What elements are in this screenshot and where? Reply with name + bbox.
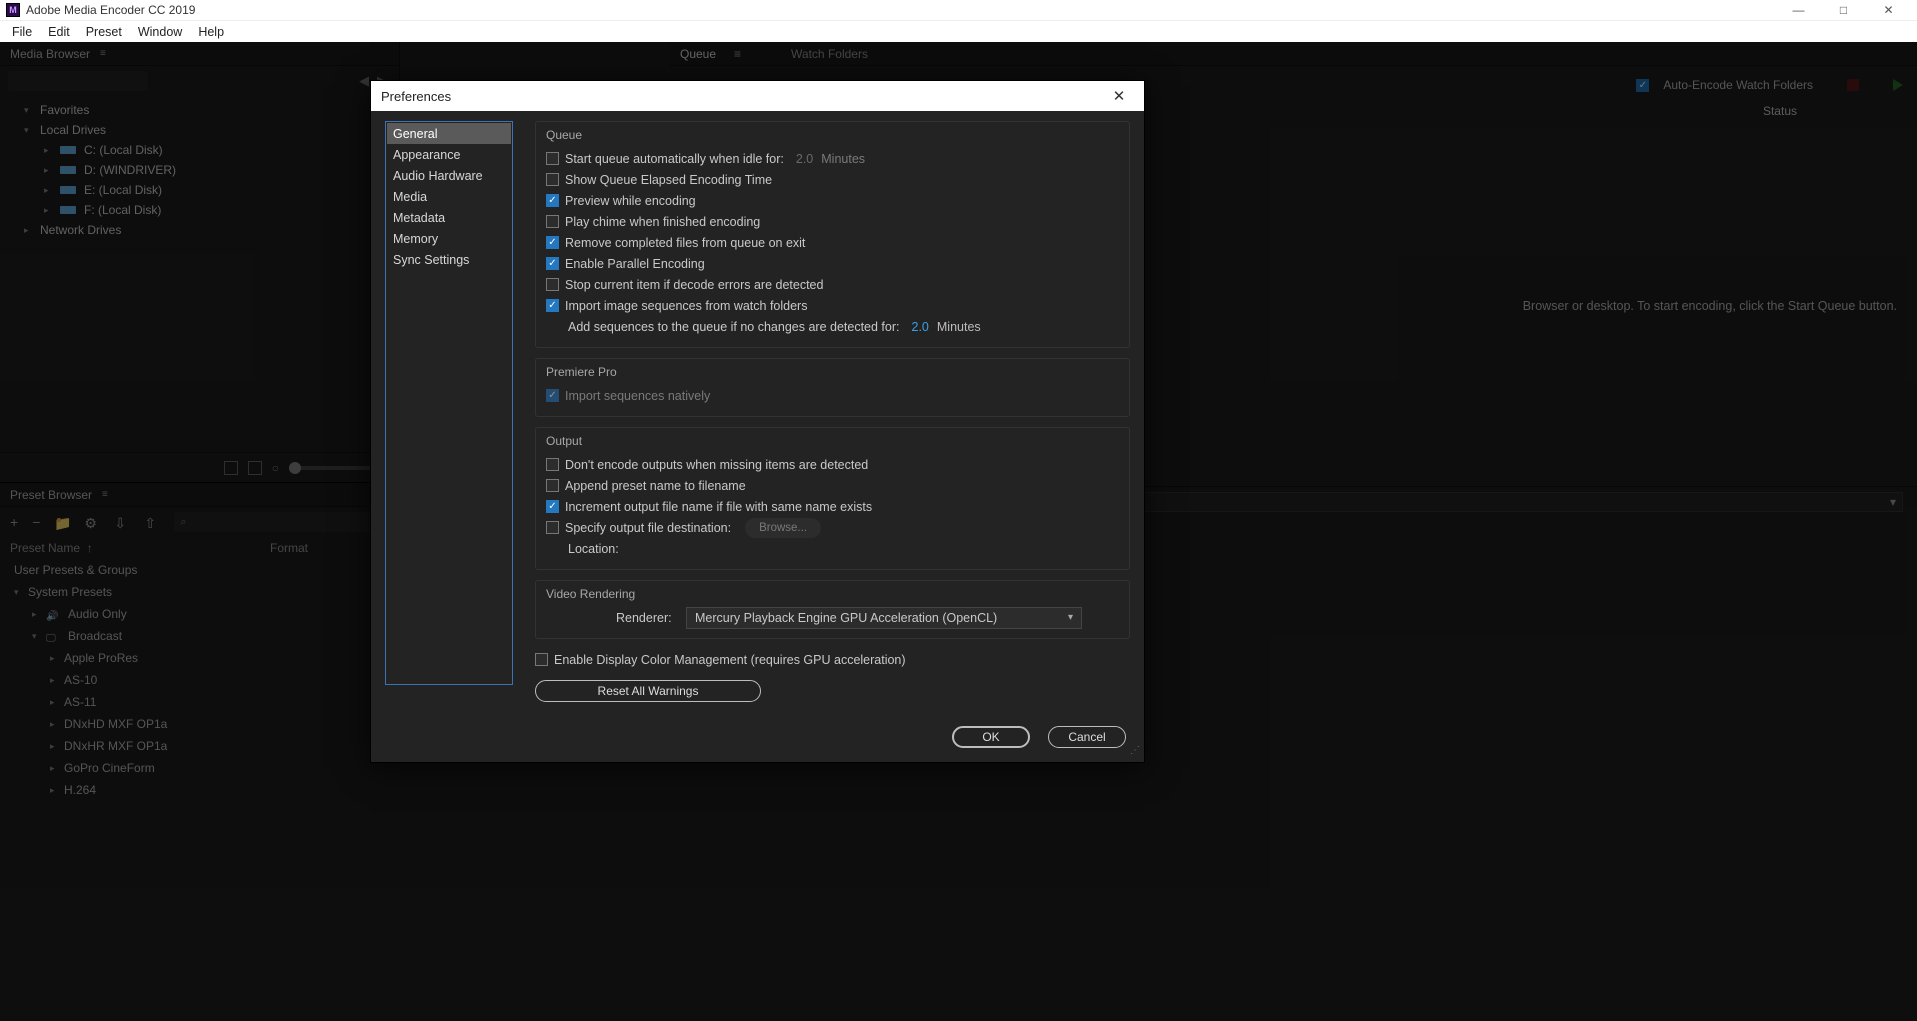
prefs-cat-metadata[interactable]: Metadata (387, 207, 511, 228)
prefs-cat-sync-settings[interactable]: Sync Settings (387, 249, 511, 270)
prefs-cat-memory[interactable]: Memory (387, 228, 511, 249)
val-start-auto[interactable]: 2.0 (796, 152, 813, 166)
lbl-chime: Play chime when finished encoding (565, 215, 760, 229)
window-maximize-button[interactable]: □ (1821, 0, 1866, 20)
lbl-add-seq: Add sequences to the queue if no changes… (568, 320, 900, 334)
prefs-cat-appearance[interactable]: Appearance (387, 144, 511, 165)
titlebar: Adobe Media Encoder CC 2019 — □ ✕ (0, 0, 1917, 20)
window-close-button[interactable]: ✕ (1866, 0, 1911, 20)
chk-preview[interactable] (546, 194, 559, 207)
lbl-import-watch: Import image sequences from watch folder… (565, 299, 807, 313)
cancel-button[interactable]: Cancel (1048, 726, 1126, 748)
chk-append-preset[interactable] (546, 479, 559, 492)
group-ppro-title: Premiere Pro (546, 365, 1119, 379)
chk-remove-exit[interactable] (546, 236, 559, 249)
group-render-title: Video Rendering (546, 587, 1119, 601)
menubar: File Edit Preset Window Help (0, 20, 1917, 42)
group-premiere-pro: Premiere Pro Import sequences natively (535, 358, 1130, 417)
window-minimize-button[interactable]: — (1776, 0, 1821, 20)
menu-edit[interactable]: Edit (40, 25, 78, 39)
val-add-seq[interactable]: 2.0 (912, 320, 929, 334)
browse-button[interactable]: Browse... (745, 518, 821, 538)
lbl-color-mgmt: Enable Display Color Management (require… (554, 653, 906, 667)
dialog-title: Preferences (381, 89, 451, 104)
group-video-rendering: Video Rendering Renderer: Mercury Playba… (535, 580, 1130, 639)
prefs-cat-audio-hardware[interactable]: Audio Hardware (387, 165, 511, 186)
window-title: Adobe Media Encoder CC 2019 (26, 3, 195, 17)
reset-warnings-button[interactable]: Reset All Warnings (535, 680, 761, 702)
preferences-dialog: Preferences ✕ General Appearance Audio H… (370, 80, 1145, 763)
lbl-preview: Preview while encoding (565, 194, 696, 208)
chk-color-mgmt[interactable] (535, 653, 548, 666)
unit-minutes: Minutes (937, 320, 981, 334)
prefs-cat-general[interactable]: General (387, 123, 511, 144)
lbl-remove-exit: Remove completed files from queue on exi… (565, 236, 805, 250)
chk-stop-decode[interactable] (546, 278, 559, 291)
menu-window[interactable]: Window (130, 25, 190, 39)
lbl-elapsed: Show Queue Elapsed Encoding Time (565, 173, 772, 187)
chk-import-native (546, 389, 559, 402)
menu-file[interactable]: File (4, 25, 40, 39)
group-queue: Queue Start queue automatically when idl… (535, 121, 1130, 348)
lbl-parallel: Enable Parallel Encoding (565, 257, 705, 271)
unit-minutes: Minutes (821, 152, 865, 166)
group-output-title: Output (546, 434, 1119, 448)
chk-increment[interactable] (546, 500, 559, 513)
menu-preset[interactable]: Preset (78, 25, 130, 39)
chk-chime[interactable] (546, 215, 559, 228)
lbl-append-preset: Append preset name to filename (565, 479, 746, 493)
dialog-close-button[interactable]: ✕ (1104, 87, 1134, 105)
app-logo-icon (6, 3, 20, 17)
prefs-cat-media[interactable]: Media (387, 186, 511, 207)
group-queue-title: Queue (546, 128, 1119, 142)
chk-no-missing[interactable] (546, 458, 559, 471)
lbl-no-missing: Don't encode outputs when missing items … (565, 458, 868, 472)
lbl-stop-decode: Stop current item if decode errors are d… (565, 278, 823, 292)
lbl-renderer: Renderer: (616, 611, 670, 625)
lbl-location: Location: (568, 542, 619, 556)
prefs-category-list: General Appearance Audio Hardware Media … (385, 121, 513, 685)
renderer-select[interactable]: Mercury Playback Engine GPU Acceleration… (686, 607, 1082, 629)
chk-import-watch[interactable] (546, 299, 559, 312)
chk-elapsed[interactable] (546, 173, 559, 186)
ok-button[interactable]: OK (952, 726, 1030, 748)
chk-parallel[interactable] (546, 257, 559, 270)
menu-help[interactable]: Help (190, 25, 232, 39)
group-output: Output Don't encode outputs when missing… (535, 427, 1130, 570)
lbl-specify-dest: Specify output file destination: (565, 521, 731, 535)
resize-grip-icon[interactable]: ⋰ (1130, 745, 1138, 756)
lbl-increment: Increment output file name if file with … (565, 500, 872, 514)
chk-start-auto[interactable] (546, 152, 559, 165)
chk-specify-dest[interactable] (546, 521, 559, 534)
lbl-start-auto: Start queue automatically when idle for: (565, 152, 784, 166)
lbl-import-native: Import sequences natively (565, 389, 710, 403)
